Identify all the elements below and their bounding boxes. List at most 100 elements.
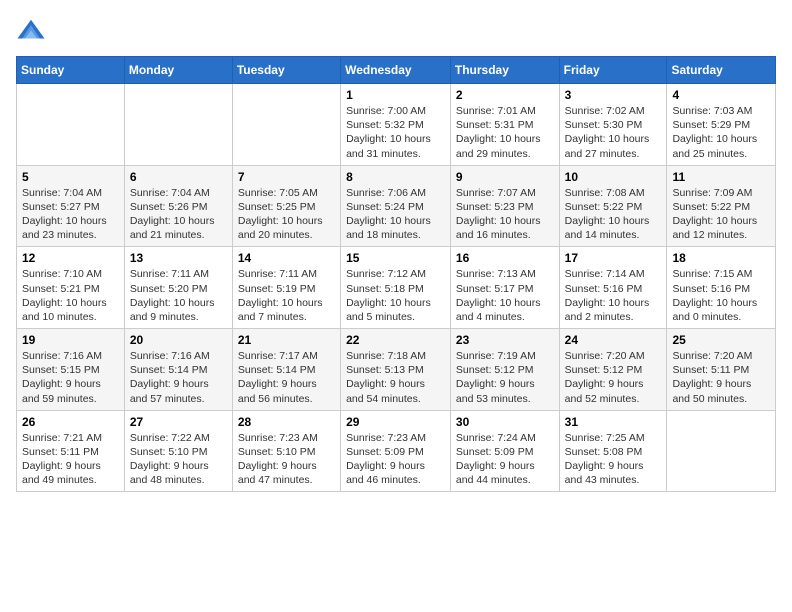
day-content: Sunrise: 7:02 AM Sunset: 5:30 PM Dayligh… [565,104,662,161]
day-content: Sunrise: 7:22 AM Sunset: 5:10 PM Dayligh… [130,431,227,488]
day-number: 31 [565,415,662,429]
calendar-cell: 5 Sunrise: 7:04 AM Sunset: 5:27 PM Daylig… [17,165,125,247]
day-content: Sunrise: 7:01 AM Sunset: 5:31 PM Dayligh… [456,104,554,161]
calendar-week-row: 19 Sunrise: 7:16 AM Sunset: 5:15 PM Dayli… [17,329,776,411]
day-content: Sunrise: 7:14 AM Sunset: 5:16 PM Dayligh… [565,267,662,324]
day-number: 8 [346,170,445,184]
day-number: 10 [565,170,662,184]
day-content: Sunrise: 7:03 AM Sunset: 5:29 PM Dayligh… [672,104,770,161]
day-content: Sunrise: 7:17 AM Sunset: 5:14 PM Dayligh… [238,349,335,406]
day-content: Sunrise: 7:11 AM Sunset: 5:19 PM Dayligh… [238,267,335,324]
calendar-table: Sunday Monday Tuesday Wednesday Thursday… [16,56,776,492]
calendar-cell: 22 Sunrise: 7:18 AM Sunset: 5:13 PM Dayli… [341,329,451,411]
day-number: 1 [346,88,445,102]
calendar-cell: 9 Sunrise: 7:07 AM Sunset: 5:23 PM Daylig… [450,165,559,247]
day-content: Sunrise: 7:18 AM Sunset: 5:13 PM Dayligh… [346,349,445,406]
day-number: 20 [130,333,227,347]
day-content: Sunrise: 7:21 AM Sunset: 5:11 PM Dayligh… [22,431,119,488]
day-number: 11 [672,170,770,184]
day-number: 12 [22,251,119,265]
day-number: 5 [22,170,119,184]
header [16,16,776,46]
calendar-cell: 8Sunrise: 7:06 AM Sunset: 5:24 PM Daylig… [341,165,451,247]
calendar-page: Sunday Monday Tuesday Wednesday Thursday… [0,0,792,508]
day-content: Sunrise: 7:15 AM Sunset: 5:16 PM Dayligh… [672,267,770,324]
day-content: Sunrise: 7:25 AM Sunset: 5:08 PM Dayligh… [565,431,662,488]
calendar-cell: 4 Sunrise: 7:03 AM Sunset: 5:29 PM Daylig… [667,84,776,166]
calendar-cell: 28 Sunrise: 7:23 AM Sunset: 5:10 PM Dayli… [232,410,340,492]
calendar-cell: 12 Sunrise: 7:10 AM Sunset: 5:21 PM Dayli… [17,247,125,329]
day-number: 2 [456,88,554,102]
calendar-cell: 23 Sunrise: 7:19 AM Sunset: 5:12 PM Dayli… [450,329,559,411]
day-number: 4 [672,88,770,102]
calendar-cell [667,410,776,492]
day-content: Sunrise: 7:24 AM Sunset: 5:09 PM Dayligh… [456,431,554,488]
day-content: Sunrise: 7:00 AM Sunset: 5:32 PM Dayligh… [346,104,445,161]
calendar-week-row: 12 Sunrise: 7:10 AM Sunset: 5:21 PM Dayli… [17,247,776,329]
day-number: 17 [565,251,662,265]
calendar-cell: 18 Sunrise: 7:15 AM Sunset: 5:16 PM Dayli… [667,247,776,329]
day-number: 23 [456,333,554,347]
calendar-cell: 17 Sunrise: 7:14 AM Sunset: 5:16 PM Dayli… [559,247,667,329]
col-friday: Friday [559,57,667,84]
calendar-cell: 7Sunrise: 7:05 AM Sunset: 5:25 PM Daylig… [232,165,340,247]
day-content: Sunrise: 7:20 AM Sunset: 5:12 PM Dayligh… [565,349,662,406]
calendar-cell: 3Sunrise: 7:02 AM Sunset: 5:30 PM Daylig… [559,84,667,166]
col-monday: Monday [124,57,232,84]
day-number: 27 [130,415,227,429]
calendar-cell: 6Sunrise: 7:04 AM Sunset: 5:26 PM Daylig… [124,165,232,247]
day-content: Sunrise: 7:20 AM Sunset: 5:11 PM Dayligh… [672,349,770,406]
day-content: Sunrise: 7:05 AM Sunset: 5:25 PM Dayligh… [238,186,335,243]
day-content: Sunrise: 7:04 AM Sunset: 5:26 PM Dayligh… [130,186,227,243]
calendar-week-row: 5 Sunrise: 7:04 AM Sunset: 5:27 PM Daylig… [17,165,776,247]
calendar-cell: 25 Sunrise: 7:20 AM Sunset: 5:11 PM Dayli… [667,329,776,411]
calendar-cell: 20 Sunrise: 7:16 AM Sunset: 5:14 PM Dayli… [124,329,232,411]
calendar-cell: 21 Sunrise: 7:17 AM Sunset: 5:14 PM Dayli… [232,329,340,411]
day-number: 13 [130,251,227,265]
day-number: 22 [346,333,445,347]
col-thursday: Thursday [450,57,559,84]
day-content: Sunrise: 7:04 AM Sunset: 5:27 PM Dayligh… [22,186,119,243]
day-content: Sunrise: 7:11 AM Sunset: 5:20 PM Dayligh… [130,267,227,324]
day-content: Sunrise: 7:09 AM Sunset: 5:22 PM Dayligh… [672,186,770,243]
day-content: Sunrise: 7:16 AM Sunset: 5:15 PM Dayligh… [22,349,119,406]
day-number: 25 [672,333,770,347]
col-sunday: Sunday [17,57,125,84]
day-content: Sunrise: 7:13 AM Sunset: 5:17 PM Dayligh… [456,267,554,324]
logo-icon [16,16,46,46]
day-number: 29 [346,415,445,429]
calendar-cell: 1 Sunrise: 7:00 AM Sunset: 5:32 PM Daylig… [341,84,451,166]
day-number: 28 [238,415,335,429]
calendar-cell: 15Sunrise: 7:12 AM Sunset: 5:18 PM Dayli… [341,247,451,329]
day-number: 24 [565,333,662,347]
calendar-cell: 26Sunrise: 7:21 AM Sunset: 5:11 PM Dayli… [17,410,125,492]
calendar-week-row: 26Sunrise: 7:21 AM Sunset: 5:11 PM Dayli… [17,410,776,492]
day-number: 21 [238,333,335,347]
day-number: 15 [346,251,445,265]
calendar-cell: 30 Sunrise: 7:24 AM Sunset: 5:09 PM Dayli… [450,410,559,492]
day-content: Sunrise: 7:19 AM Sunset: 5:12 PM Dayligh… [456,349,554,406]
calendar-cell [124,84,232,166]
day-number: 30 [456,415,554,429]
day-number: 14 [238,251,335,265]
calendar-cell [17,84,125,166]
day-content: Sunrise: 7:16 AM Sunset: 5:14 PM Dayligh… [130,349,227,406]
calendar-cell: 27 Sunrise: 7:22 AM Sunset: 5:10 PM Dayli… [124,410,232,492]
day-number: 18 [672,251,770,265]
col-saturday: Saturday [667,57,776,84]
logo [16,16,50,46]
calendar-cell [232,84,340,166]
col-wednesday: Wednesday [341,57,451,84]
day-number: 19 [22,333,119,347]
day-number: 16 [456,251,554,265]
day-content: Sunrise: 7:23 AM Sunset: 5:10 PM Dayligh… [238,431,335,488]
calendar-cell: 16 Sunrise: 7:13 AM Sunset: 5:17 PM Dayli… [450,247,559,329]
day-content: Sunrise: 7:10 AM Sunset: 5:21 PM Dayligh… [22,267,119,324]
calendar-cell: 29Sunrise: 7:23 AM Sunset: 5:09 PM Dayli… [341,410,451,492]
day-number: 9 [456,170,554,184]
calendar-cell: 13 Sunrise: 7:11 AM Sunset: 5:20 PM Dayli… [124,247,232,329]
day-content: Sunrise: 7:07 AM Sunset: 5:23 PM Dayligh… [456,186,554,243]
calendar-cell: 10Sunrise: 7:08 AM Sunset: 5:22 PM Dayli… [559,165,667,247]
calendar-cell: 11 Sunrise: 7:09 AM Sunset: 5:22 PM Dayli… [667,165,776,247]
calendar-cell: 24 Sunrise: 7:20 AM Sunset: 5:12 PM Dayli… [559,329,667,411]
